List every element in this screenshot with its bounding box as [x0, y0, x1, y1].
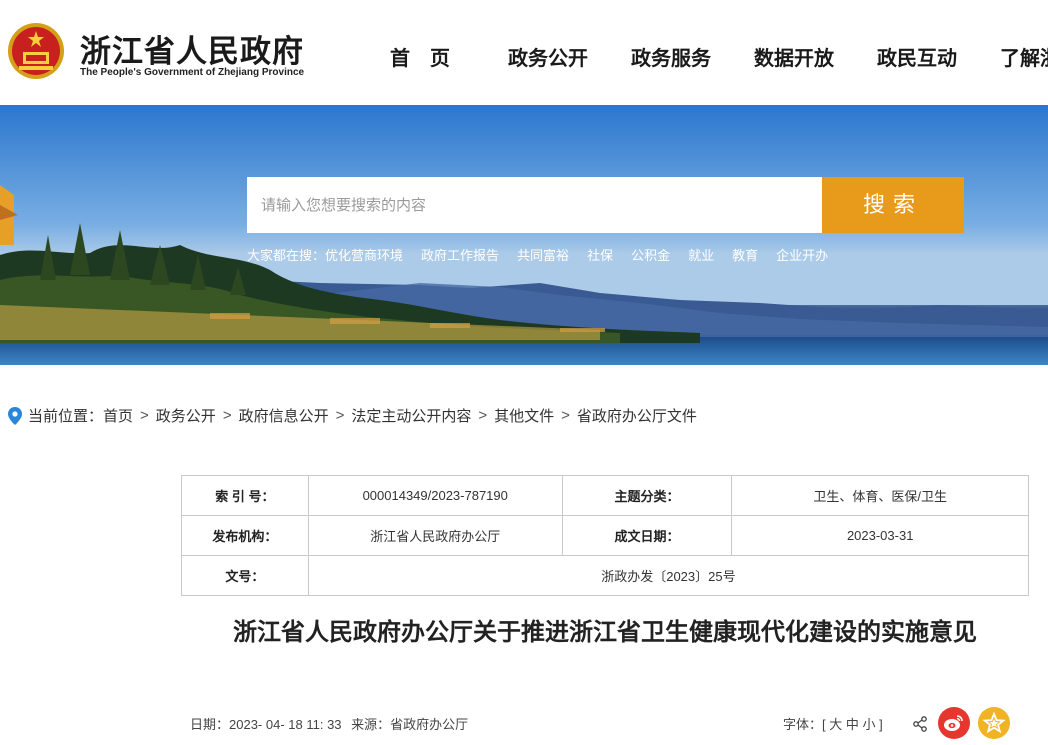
breadcrumb-separator: >: [561, 407, 570, 424]
topic-category-value: 卫生、体育、医保/卫生: [731, 475, 1029, 516]
location-pin-icon: [8, 406, 22, 425]
table-row: 发布机构： 浙江省人民政府办公厅 成文日期： 2023-03-31: [181, 515, 1029, 556]
breadcrumb-item-other-files[interactable]: 其他文件: [494, 405, 554, 426]
hero-banner: [0, 105, 1048, 365]
written-date-label: 成文日期：: [561, 515, 733, 556]
nav-item-gov-services[interactable]: 政务服务: [631, 42, 711, 71]
font-size-large[interactable]: 大: [829, 717, 842, 732]
site-title[interactable]: 浙江省人民政府: [80, 26, 304, 71]
index-number-label: 索 引 号：: [181, 475, 309, 516]
font-size-small[interactable]: 小: [863, 717, 876, 732]
hot-search-item[interactable]: 公积金: [631, 248, 670, 263]
breadcrumb-separator: >: [478, 407, 488, 424]
search-button[interactable]: 搜索: [822, 177, 964, 233]
topic-category-label: 主题分类：: [561, 475, 733, 516]
breadcrumb-item-gov-affairs-open[interactable]: 政务公开: [156, 405, 216, 426]
hot-search-item[interactable]: 教育: [732, 248, 758, 263]
source-value: 省政府办公厅: [390, 717, 469, 732]
breadcrumb: 当前位置： 首页 > 政务公开 > 政府信息公开 > 法定主动公开内容 > 其他…: [8, 405, 697, 426]
hot-search-item[interactable]: 社保: [587, 248, 613, 263]
nav-item-about[interactable]: 了解浙: [1000, 42, 1048, 71]
written-date-value: 2023-03-31: [731, 515, 1029, 556]
publish-date-label: 日期：: [190, 717, 230, 732]
publishing-org-value: 浙江省人民政府办公厅: [307, 515, 563, 556]
hot-searches: 大家都在搜：优化营商环境 政府工作报告 共同富裕 社保 公积金 就业 教育 企业开办: [247, 245, 828, 264]
breadcrumb-item-office-files[interactable]: 省政府办公厅文件: [577, 405, 697, 426]
publish-info: 日期：2023- 04- 18 11: 33 来源：省政府办公厅: [190, 714, 468, 733]
table-row: 文号： 浙政办发〔2023〕25号: [181, 555, 1030, 596]
source-label: 来源：: [351, 717, 391, 732]
nav-item-interaction[interactable]: 政民互动: [877, 42, 957, 71]
breadcrumb-item-gov-info-open[interactable]: 政府信息公开: [239, 405, 329, 426]
site-subtitle: The People's Government of Zhejiang Prov…: [80, 67, 305, 78]
favorite-star-icon[interactable]: [978, 707, 1010, 739]
publish-date: 2023- 04- 18 11: 33: [229, 717, 342, 732]
table-row: 索 引 号： 000014349/2023-787190 主题分类： 卫生、体育…: [181, 475, 1029, 516]
share-icon[interactable]: [912, 716, 928, 732]
breadcrumb-label: 当前位置：: [28, 408, 104, 425]
search-input[interactable]: [247, 177, 822, 233]
font-size-switcher: 字体：[ 大 中 小 ]: [783, 714, 883, 733]
document-number-value: 浙政办发〔2023〕25号: [307, 555, 1030, 596]
font-size-medium[interactable]: 中: [846, 717, 859, 732]
hot-search-item[interactable]: 企业开办: [776, 248, 828, 263]
nav-item-open-data[interactable]: 数据开放: [754, 42, 834, 71]
hot-search-label: 大家都在搜：: [247, 248, 326, 263]
hot-search-item[interactable]: 优化营商环境: [325, 248, 403, 263]
header: 浙江省人民政府 The People's Government of Zheji…: [0, 0, 1048, 105]
breadcrumb-separator: >: [222, 407, 232, 424]
document-metadata-table: 索 引 号： 000014349/2023-787190 主题分类： 卫生、体育…: [181, 475, 1030, 596]
breadcrumb-item-statutory-content[interactable]: 法定主动公开内容: [351, 405, 471, 426]
font-size-close: ]: [879, 717, 883, 732]
weibo-icon[interactable]: [938, 707, 970, 739]
index-number-value: 000014349/2023-787190: [307, 475, 563, 516]
breadcrumb-separator: >: [335, 407, 345, 424]
publishing-org-label: 发布机构：: [181, 515, 309, 556]
hot-search-item[interactable]: 就业: [688, 248, 714, 263]
font-size-label: 字体：[: [783, 717, 826, 732]
nav-item-home[interactable]: 首 页: [390, 42, 450, 71]
nav-item-gov-affairs-open[interactable]: 政务公开: [508, 42, 588, 71]
hot-search-item[interactable]: 共同富裕: [517, 248, 569, 263]
document-number-label: 文号：: [181, 555, 309, 596]
document-title: 浙江省人民政府办公厅关于推进浙江省卫生健康现代化建设的实施意见: [233, 619, 977, 646]
breadcrumb-separator: >: [140, 407, 149, 424]
breadcrumb-item-home[interactable]: 首页: [103, 405, 133, 426]
national-emblem-icon[interactable]: [7, 22, 65, 80]
hot-search-item[interactable]: 政府工作报告: [421, 248, 499, 263]
